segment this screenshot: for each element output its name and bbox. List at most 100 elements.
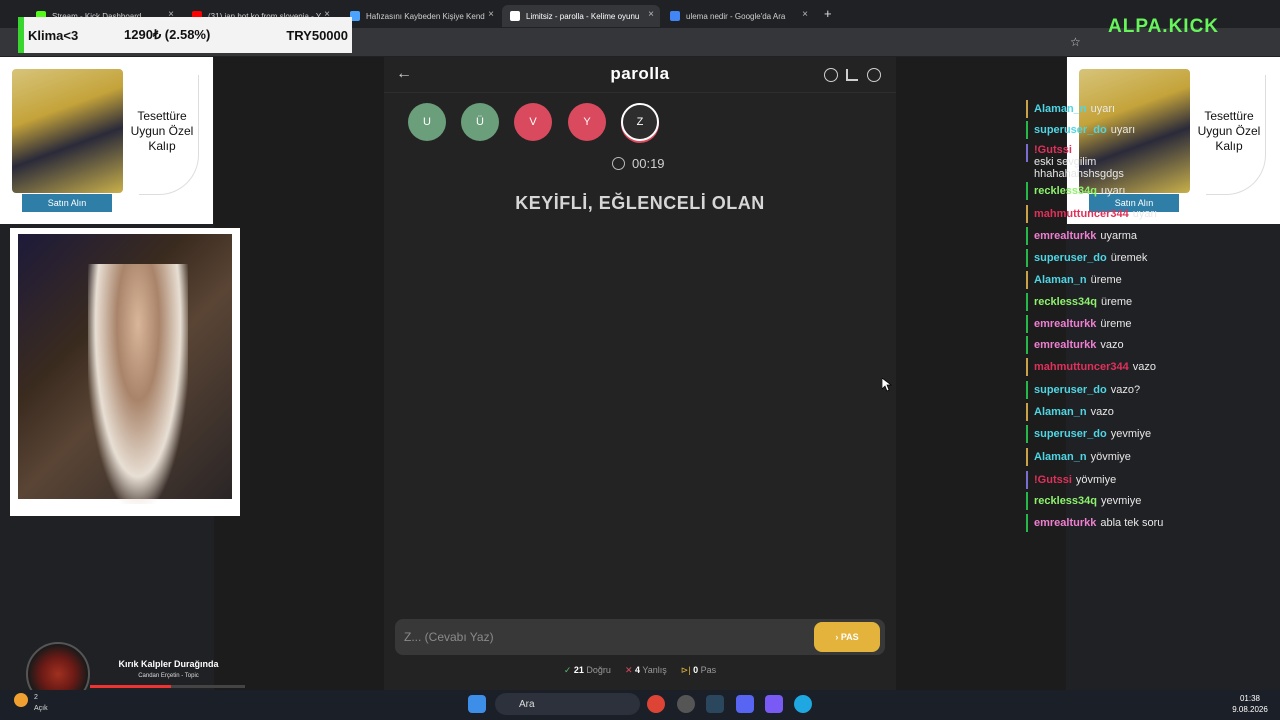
close-icon[interactable]: × bbox=[488, 9, 494, 20]
chrome-icon[interactable] bbox=[647, 695, 665, 713]
goal-label: Klima<3 bbox=[28, 27, 79, 43]
chat-username[interactable]: Alaman_n bbox=[1034, 451, 1087, 463]
profile-icon[interactable] bbox=[867, 68, 881, 82]
chat-username[interactable]: emrealturkk bbox=[1034, 339, 1096, 351]
brand-logo: ALPA.KICK bbox=[1108, 16, 1220, 37]
app-icon[interactable] bbox=[677, 695, 695, 713]
chat-username[interactable]: mahmuttuncer344 bbox=[1034, 361, 1129, 373]
webcam-feed bbox=[18, 234, 232, 504]
wrong-count: 4 bbox=[635, 665, 641, 675]
x-icon: ✕ bbox=[624, 665, 633, 675]
chat-text: uyarı bbox=[1090, 103, 1116, 115]
chat-text: abla tek soru bbox=[1100, 517, 1164, 529]
game-panel bbox=[384, 57, 896, 690]
chat-message: superuser_do uyarı bbox=[1026, 121, 1135, 139]
pass-button[interactable]: › PAS bbox=[814, 622, 880, 652]
wrong-label: Yanlış bbox=[642, 665, 667, 675]
chat-text: vazo bbox=[1100, 339, 1124, 351]
chat-username[interactable]: Alaman_n bbox=[1034, 103, 1087, 115]
letter-circle: U bbox=[408, 103, 446, 141]
webcam-overlay bbox=[10, 228, 240, 516]
clock-icon bbox=[612, 157, 625, 170]
chat-message: superuser_do vazo? bbox=[1026, 381, 1140, 399]
chat-text: vazo? bbox=[1110, 384, 1141, 396]
chat-message: reckless34q yevmiye bbox=[1026, 492, 1141, 510]
edge-icon[interactable] bbox=[794, 695, 812, 713]
score-stats: ✓ 21 Doğru ✕ 4 Yanlış ⊳| 0 Pas bbox=[384, 665, 896, 676]
tab-parolla[interactable]: Limitsiz - parolla - Kelime oyunu × bbox=[502, 5, 660, 27]
chat-text: eski sevgilim hhahahahshsgdgs bbox=[1034, 156, 1124, 180]
ad-buy-button[interactable]: Satın Alın bbox=[22, 194, 112, 212]
chat-username[interactable]: superuser_do bbox=[1034, 124, 1107, 136]
chat-username[interactable]: superuser_do bbox=[1034, 252, 1107, 264]
chat-text: üreme bbox=[1100, 318, 1132, 330]
song-title: Kırık Kalpler Durağında bbox=[118, 659, 219, 669]
tab-google[interactable]: ulema nedir - Google'da Ara × bbox=[662, 5, 814, 27]
ad-left[interactable]: Tesettüre Uygun Özel Kalıp Satın Alın bbox=[0, 57, 213, 224]
chat-message: emrealturkk üreme bbox=[1026, 315, 1132, 333]
donation-goal-overlay: Klima<3 1290₺ (2.58%) TRY50000 bbox=[18, 17, 352, 53]
chat-message: superuser_do üremek bbox=[1026, 249, 1147, 267]
chat-username[interactable]: !Gutssi bbox=[1034, 474, 1072, 486]
app2-icon[interactable] bbox=[765, 695, 783, 713]
chat-message: superuser_do yevmiye bbox=[1026, 425, 1151, 443]
info-icon[interactable] bbox=[824, 68, 838, 82]
chat-text: uyarı bbox=[1110, 124, 1136, 136]
wrong-stat: ✕ 4 Yanlış bbox=[625, 665, 667, 676]
star-icon[interactable]: ☆ bbox=[1070, 35, 1081, 49]
chat-username[interactable]: emrealturkk bbox=[1034, 318, 1096, 330]
chat-username[interactable]: superuser_do bbox=[1034, 428, 1107, 440]
pass-count: 0 bbox=[693, 665, 699, 675]
chat-message: !Gutssi yövmiye bbox=[1026, 471, 1116, 489]
chat-text: üreme bbox=[1101, 296, 1133, 308]
tab-label: Hafızasını Kaybeden Kişiye Kend bbox=[366, 11, 485, 21]
steam-icon[interactable] bbox=[706, 695, 724, 713]
timer: 00:19 bbox=[632, 156, 665, 171]
chat-username[interactable]: reckless34q bbox=[1034, 296, 1097, 308]
stats-icon[interactable] bbox=[846, 69, 858, 81]
chat-username[interactable]: Alaman_n bbox=[1034, 274, 1087, 286]
chat-text: yevmiye bbox=[1101, 495, 1142, 507]
ad-text: Tesettüre Uygun Özel Kalıp bbox=[1197, 109, 1261, 153]
chat-username[interactable]: mahmuttuncer344 bbox=[1034, 208, 1129, 220]
chat-username[interactable]: reckless34q bbox=[1034, 495, 1097, 507]
discord-icon[interactable] bbox=[736, 695, 754, 713]
letter-circle: Ü bbox=[461, 103, 499, 141]
chat-message: emrealturkk vazo bbox=[1026, 336, 1124, 354]
back-arrow-icon[interactable]: ← bbox=[396, 65, 412, 83]
clock-time: 01:38 bbox=[1239, 694, 1261, 703]
pass-stat: ⊳| 0 Pas bbox=[681, 665, 716, 676]
chat-text: uyarı bbox=[1101, 185, 1126, 197]
chat-username[interactable]: reckless34q bbox=[1034, 185, 1097, 197]
chat-text: yövmiye bbox=[1090, 451, 1131, 463]
chat-username[interactable]: emrealturkk bbox=[1034, 230, 1096, 242]
tab-hafizasini[interactable]: Hafızasını Kaybeden Kişiye Kend × bbox=[342, 5, 500, 27]
close-icon[interactable]: × bbox=[802, 9, 808, 20]
taskbar bbox=[0, 690, 1280, 720]
chat-message: reckless34q üreme bbox=[1026, 293, 1132, 311]
weather-text: Açık bbox=[34, 705, 48, 712]
chat-message: emrealturkk uyarma bbox=[1026, 227, 1137, 245]
chat-username[interactable]: !Gutssi bbox=[1034, 144, 1072, 156]
chat-message: Alaman_n yövmiye bbox=[1026, 448, 1131, 466]
weather-temp: 2 bbox=[34, 694, 38, 701]
answer-input[interactable] bbox=[404, 627, 804, 647]
chat-username[interactable]: emrealturkk bbox=[1034, 517, 1096, 529]
chat-text: vazo bbox=[1090, 406, 1114, 418]
chat-username[interactable]: superuser_do bbox=[1034, 384, 1107, 396]
taskbar-search[interactable]: Ara bbox=[495, 693, 640, 715]
clue-text: KEYİFLİ, EĞLENCELİ OLAN bbox=[515, 193, 765, 213]
tab-label: Limitsiz - parolla - Kelime oyunu bbox=[526, 11, 640, 21]
new-tab-button[interactable]: + bbox=[824, 6, 832, 21]
chat-text: vazo bbox=[1132, 361, 1157, 373]
close-icon[interactable]: × bbox=[648, 9, 654, 20]
correct-stat: ✓ 21 Doğru bbox=[564, 665, 611, 676]
tab-label: ulema nedir - Google'da Ara bbox=[686, 11, 786, 21]
correct-count: 21 bbox=[573, 665, 584, 675]
song-progress bbox=[90, 685, 245, 688]
letter-circle-current: Z bbox=[621, 103, 659, 141]
parolla-icon bbox=[510, 11, 520, 21]
chat-text: yevmiye bbox=[1110, 428, 1152, 440]
chat-username[interactable]: Alaman_n bbox=[1034, 406, 1087, 418]
windows-start-icon[interactable] bbox=[468, 695, 486, 713]
